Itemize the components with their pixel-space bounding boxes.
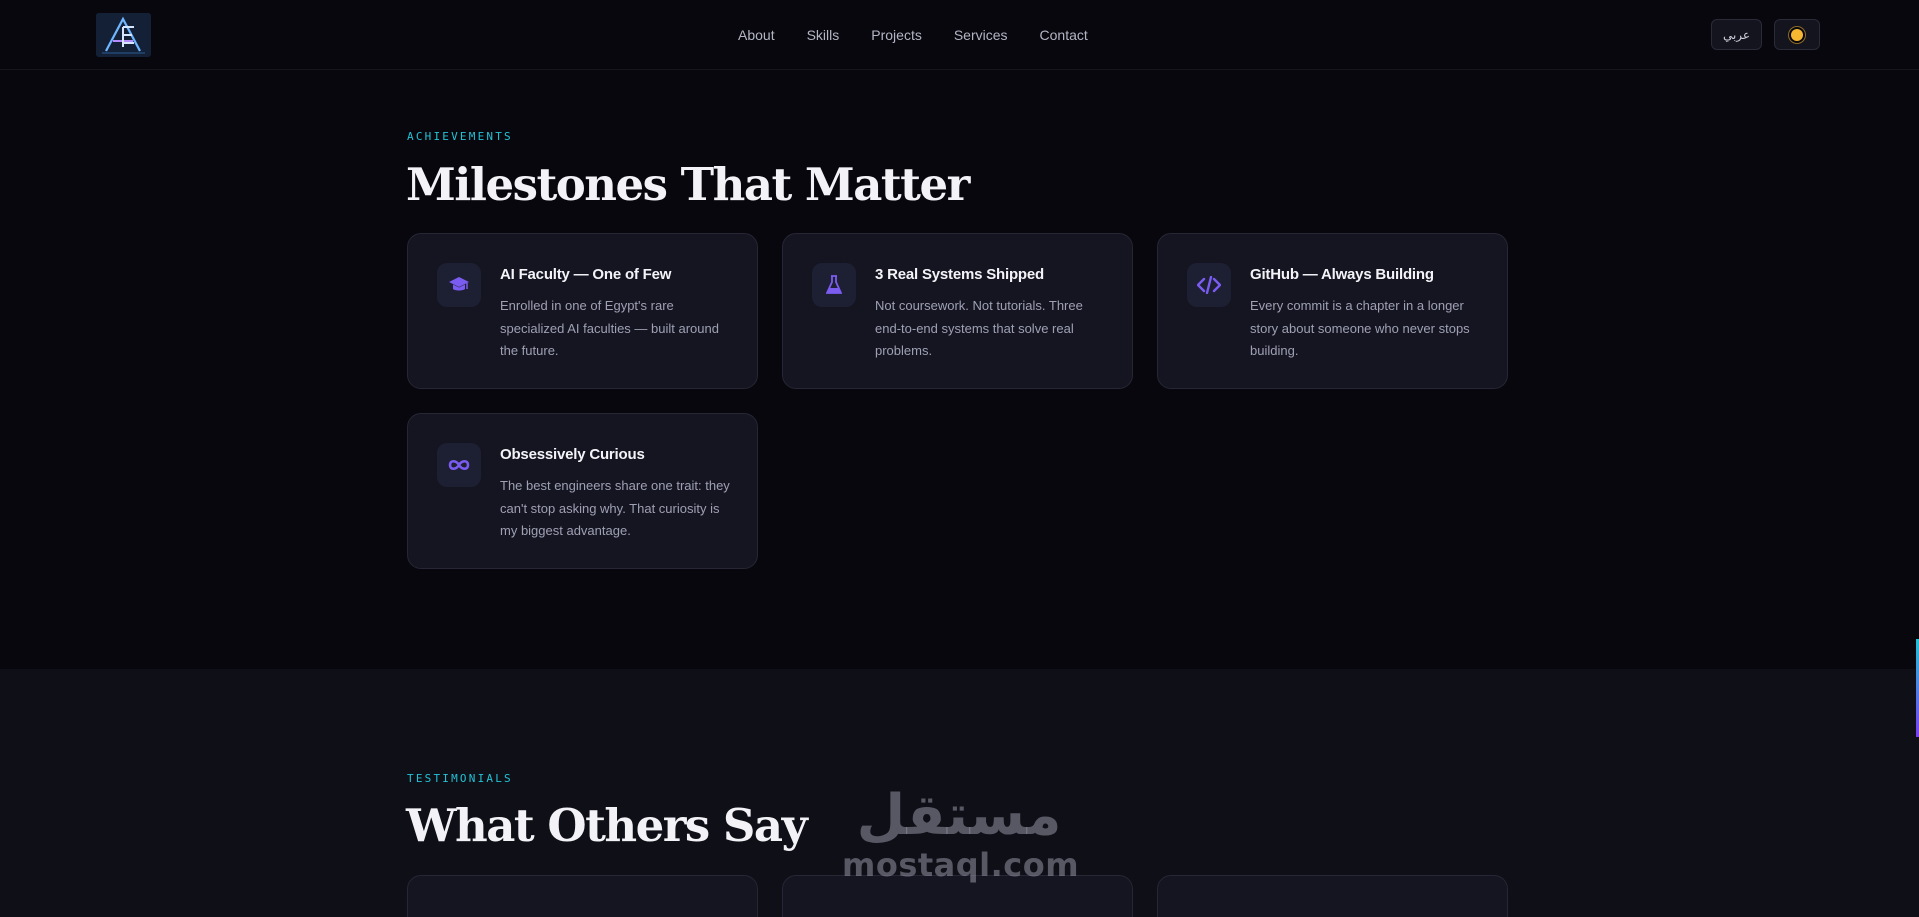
logo[interactable] <box>96 13 151 57</box>
card-title: GitHub — Always Building <box>1250 266 1434 283</box>
nav-link-skills[interactable]: Skills <box>807 27 840 43</box>
language-toggle-button[interactable]: عربي <box>1711 19 1762 50</box>
theme-toggle-button[interactable] <box>1774 19 1820 50</box>
main-nav: About Skills Projects Services Contact <box>738 0 1088 70</box>
sun-icon <box>1791 28 1803 41</box>
watermark-arabic: مستقل <box>856 783 1062 848</box>
card-text: Enrolled in one of Egypt's rare speciali… <box>500 298 719 358</box>
logo-mark-icon <box>96 13 151 57</box>
achievement-card: Obsessively Curious The best engineers s… <box>407 413 758 569</box>
page: About Skills Projects Services Contact ع… <box>0 0 1919 917</box>
nav-link-contact[interactable]: Contact <box>1040 27 1088 43</box>
testimonial-card <box>407 875 758 917</box>
achievements-eyebrow: ACHIEVEMENTS <box>407 130 513 143</box>
card-title: 3 Real Systems Shipped <box>875 266 1045 283</box>
card-text: The best engineers share one trait: they… <box>500 478 730 538</box>
watermark-latin: mostaql.com <box>842 846 1080 884</box>
flask-icon <box>812 263 856 307</box>
code-icon <box>1187 263 1231 307</box>
card-text: Every commit is a chapter in a longer st… <box>1250 298 1470 358</box>
achievement-card: GitHub — Always Building Every commit is… <box>1157 233 1508 389</box>
nav-link-about[interactable]: About <box>738 27 775 43</box>
navbar: About Skills Projects Services Contact ع… <box>0 0 1919 70</box>
card-title: AI Faculty — One of Few <box>500 266 672 283</box>
card-text: Not coursework. Not tutorials. Three end… <box>875 298 1083 358</box>
testimonials-eyebrow: TESTIMONIALS <box>407 772 513 785</box>
watermark: مستقل mostaql.com <box>842 783 1080 900</box>
infinity-icon <box>437 443 481 487</box>
nav-link-projects[interactable]: Projects <box>871 27 922 43</box>
graduation-cap-icon <box>437 263 481 307</box>
achievements-heading: Milestones That Matter <box>406 158 970 211</box>
achievement-card: AI Faculty — One of Few Enrolled in one … <box>407 233 758 389</box>
card-title: Obsessively Curious <box>500 446 645 463</box>
nav-link-services[interactable]: Services <box>954 27 1008 43</box>
testimonials-heading: What Others Say <box>406 799 808 852</box>
achievement-card: 3 Real Systems Shipped Not coursework. N… <box>782 233 1133 389</box>
testimonial-card <box>1157 875 1508 917</box>
